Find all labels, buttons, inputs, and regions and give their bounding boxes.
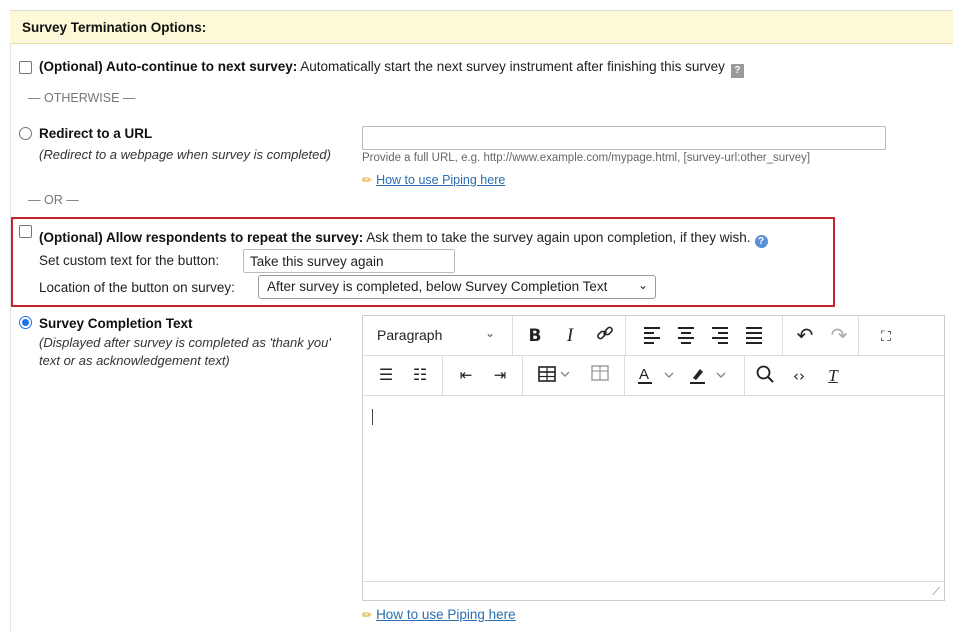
chevron-down-icon: ⌄ bbox=[485, 326, 496, 340]
repeat-survey-label-bold: (Optional) Allow respondents to repeat t… bbox=[39, 230, 364, 245]
align-right-icon[interactable] bbox=[710, 324, 730, 348]
button-location-select[interactable]: After survey is completed, below Survey … bbox=[258, 275, 656, 299]
toolbar-group-format: B I bbox=[513, 316, 626, 356]
auto-continue-label: (Optional) Auto-continue to next survey:… bbox=[39, 59, 744, 78]
source-code-icon[interactable]: ‹› bbox=[787, 364, 811, 388]
pencil-icon: ✏ bbox=[362, 608, 373, 622]
rich-text-editor: Paragraph ⌄ B I ↶ ↷ ⛶ ☰ ☷ ⇤ ⇥ A ‹› T ⟋ bbox=[362, 315, 945, 601]
editor-status-bar: ⟋ bbox=[363, 581, 944, 600]
piping-help-link[interactable]: How to use Piping here bbox=[376, 173, 505, 187]
redirect-radio[interactable] bbox=[19, 127, 32, 140]
clear-format-icon[interactable]: T bbox=[821, 364, 845, 388]
toolbar-group-indent: ⇤ ⇥ bbox=[443, 356, 523, 396]
italic-icon[interactable]: I bbox=[558, 324, 582, 348]
toolbar-row-1: Paragraph ⌄ B I ↶ ↷ ⛶ bbox=[363, 316, 944, 356]
chevron-down-icon: ⌄ bbox=[637, 278, 648, 292]
repeat-survey-label-text: Ask them to take the survey again upon c… bbox=[363, 230, 751, 245]
table-props-icon[interactable] bbox=[589, 364, 611, 388]
pencil-icon: ✏ bbox=[362, 173, 373, 187]
bullet-list-icon[interactable]: ☰ bbox=[375, 364, 397, 388]
help-icon[interactable]: ? bbox=[730, 64, 744, 78]
button-location-value: After survey is completed, below Survey … bbox=[267, 279, 608, 294]
toolbar-row-2: ☰ ☷ ⇤ ⇥ A ‹› T bbox=[363, 356, 944, 396]
toolbar-group-history: ↶ ↷ bbox=[783, 316, 859, 356]
button-location-label: Location of the button on survey: bbox=[39, 280, 235, 295]
block-format-dropdown[interactable]: Paragraph ⌄ bbox=[363, 316, 513, 356]
section-title: Survey Termination Options: bbox=[22, 20, 207, 35]
panel-left-border bbox=[10, 44, 11, 633]
redirect-note: (Redirect to a webpage when survey is co… bbox=[39, 147, 331, 162]
redirect-piping-help[interactable]: ✏ How to use Piping here bbox=[362, 172, 505, 187]
text-caret bbox=[372, 409, 373, 425]
redirect-url-hint: Provide a full URL, e.g. http://www.exam… bbox=[362, 152, 811, 164]
fullscreen-icon[interactable]: ⛶ bbox=[873, 324, 899, 348]
toolbar-group-table bbox=[523, 356, 625, 396]
align-left-icon[interactable] bbox=[642, 324, 662, 348]
button-text-label: Set custom text for the button: bbox=[39, 253, 220, 268]
svg-text:A: A bbox=[639, 366, 649, 383]
info-icon[interactable]: ? bbox=[754, 235, 768, 248]
link-icon[interactable] bbox=[593, 324, 617, 348]
auto-continue-label-bold: (Optional) Auto-continue to next survey: bbox=[39, 59, 298, 74]
redirect-url-input[interactable] bbox=[362, 126, 886, 150]
completion-text-label: Survey Completion Text bbox=[39, 316, 193, 331]
auto-continue-label-text: Automatically start the next survey inst… bbox=[297, 59, 725, 74]
numbered-list-icon[interactable]: ☷ bbox=[409, 364, 431, 388]
resize-handle-icon[interactable]: ⟋ bbox=[932, 586, 940, 599]
toolbar-group-align bbox=[626, 316, 783, 356]
align-justify-icon[interactable] bbox=[744, 324, 764, 348]
editor-content-area[interactable] bbox=[363, 397, 944, 583]
undo-icon[interactable]: ↶ bbox=[793, 324, 817, 348]
outdent-icon[interactable]: ⇤ bbox=[455, 364, 477, 388]
separator-or: — OR — bbox=[28, 193, 79, 207]
separator-otherwise: — OTHERWISE — bbox=[28, 91, 136, 105]
toolbar-group-lists: ☰ ☷ bbox=[363, 356, 443, 396]
indent-icon[interactable]: ⇥ bbox=[489, 364, 511, 388]
block-format-value: Paragraph bbox=[377, 327, 443, 343]
text-color-icon[interactable]: A bbox=[637, 364, 681, 388]
search-icon[interactable] bbox=[753, 364, 777, 388]
completion-note-line2: text or as acknowledgement text) bbox=[39, 353, 230, 368]
button-text-input[interactable] bbox=[243, 249, 455, 273]
bold-icon[interactable]: B bbox=[523, 324, 547, 348]
redirect-label: Redirect to a URL bbox=[39, 126, 153, 141]
completion-piping-help[interactable]: ✏ How to use Piping here bbox=[362, 607, 516, 622]
repeat-survey-checkbox[interactable] bbox=[19, 225, 32, 238]
highlight-color-icon[interactable] bbox=[689, 364, 733, 388]
repeat-survey-label: (Optional) Allow respondents to repeat t… bbox=[39, 230, 768, 248]
toolbar-group-color: A bbox=[625, 356, 745, 396]
completion-note-line1: (Displayed after survey is completed as … bbox=[39, 335, 331, 350]
align-center-icon[interactable] bbox=[676, 324, 696, 348]
auto-continue-checkbox[interactable] bbox=[19, 61, 32, 74]
completion-text-radio[interactable] bbox=[19, 316, 32, 329]
section-header: Survey Termination Options: bbox=[10, 11, 953, 44]
table-icon[interactable] bbox=[537, 364, 575, 388]
redo-icon[interactable]: ↷ bbox=[827, 324, 851, 348]
piping-help-link[interactable]: How to use Piping here bbox=[376, 607, 516, 622]
